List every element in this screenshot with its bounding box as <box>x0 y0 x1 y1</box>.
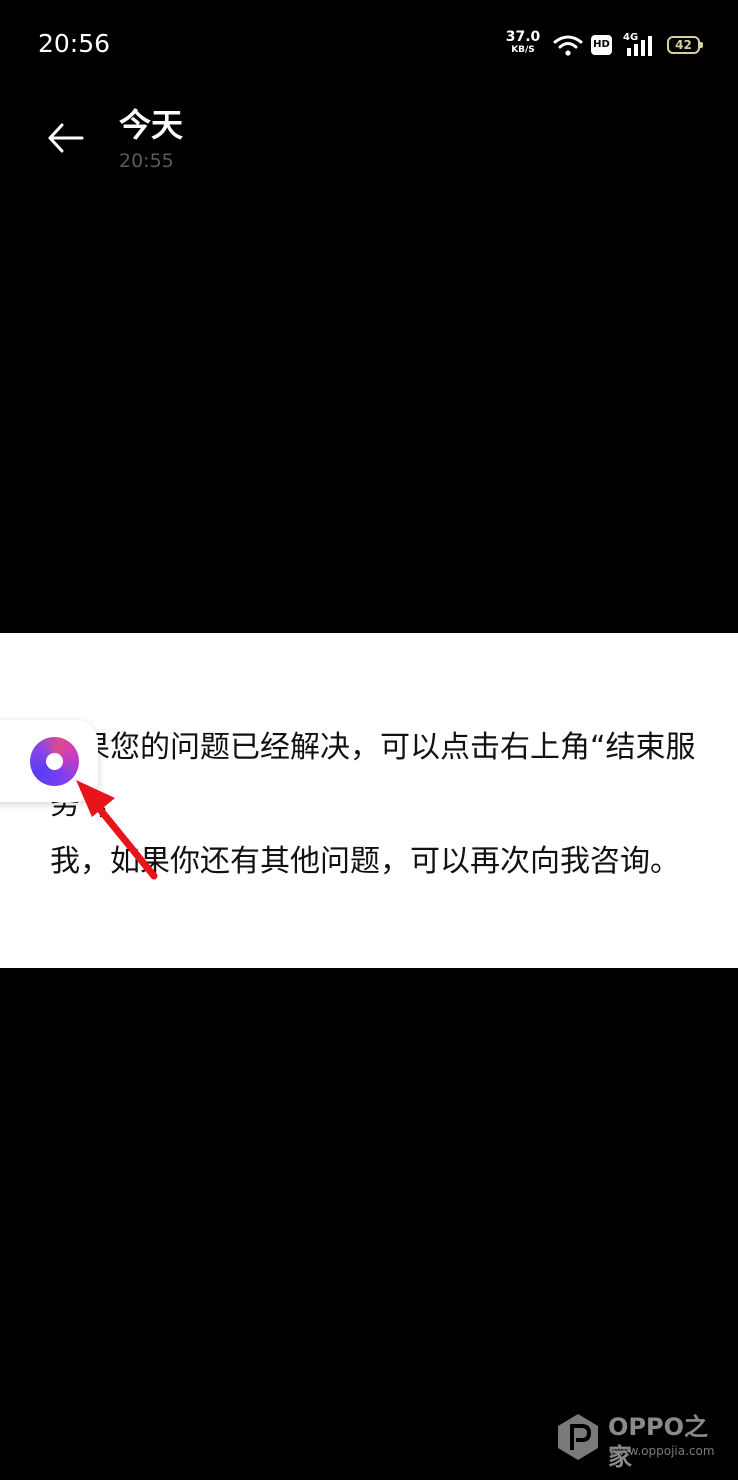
watermark-brand: OPPO之家 <box>608 1413 708 1471</box>
status-bar: 20:56 37.0 KB/S HD 4G 42 <box>0 0 738 90</box>
watermark-url: www.oppojia.com <box>609 1444 715 1458</box>
wifi-icon <box>553 35 583 56</box>
oppojia-logo-icon <box>558 1414 598 1460</box>
signal-icon <box>627 36 652 56</box>
battery-level: 42 <box>675 38 692 52</box>
red-pointer-arrow-icon <box>76 780 158 880</box>
page-title: 今天 <box>119 106 184 144</box>
network-speed-value: 37.0 <box>505 29 541 45</box>
hd-icon: HD <box>591 35 612 55</box>
back-arrow-icon[interactable] <box>44 116 88 160</box>
page-subtitle-time: 20:55 <box>119 150 174 172</box>
network-speed: 37.0 KB/S <box>504 29 542 56</box>
battery-icon: 42 <box>667 36 703 54</box>
network-speed-unit: KB/S <box>511 45 535 55</box>
watermark: OPPO之家 www.oppojia.com <box>556 1410 726 1471</box>
status-time: 20:56 <box>38 29 111 58</box>
